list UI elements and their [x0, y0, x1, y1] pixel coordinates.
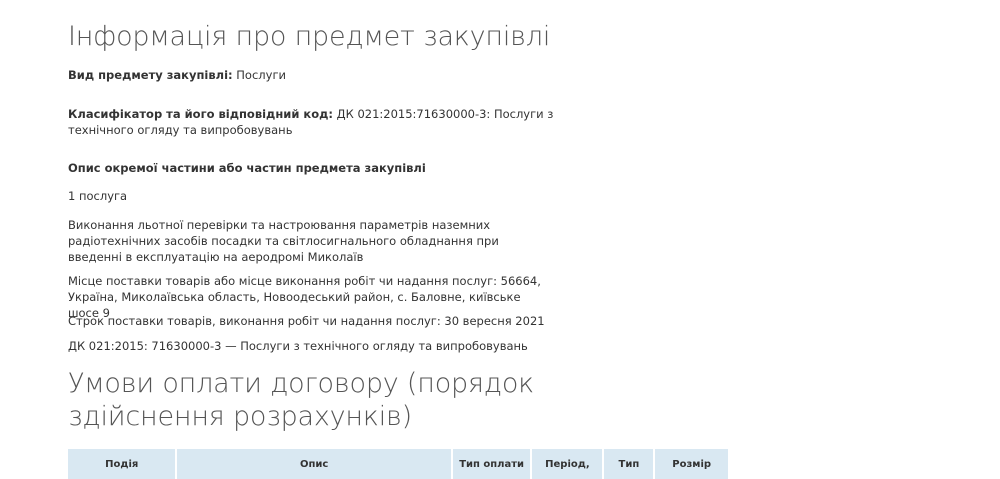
payment-terms-table: Подія Опис Тип оплати Період, Тип Розмір	[68, 449, 728, 479]
field-label: Класифікатор та його відповідний код:	[68, 107, 333, 121]
table-header-row: Подія Опис Тип оплати Період, Тип Розмір	[68, 449, 728, 479]
page: { "procurement_subject": { "title": "Інф…	[0, 0, 1000, 479]
field-procurement-type: Вид предмету закупівлі: Послуги	[68, 67, 568, 83]
lot-quantity: 1 послуга	[68, 189, 128, 203]
field-label: Вид предмету закупівлі:	[68, 68, 233, 82]
lot-cpv: ДК 021:2015: 71630000-3 — Послуги з техн…	[68, 339, 528, 353]
column-header-type: Тип	[604, 449, 656, 479]
column-header-amount: Розмір	[655, 449, 728, 479]
column-header-event: Подія	[68, 449, 178, 479]
lot-description: Виконання льотної перевірки та настроюва…	[68, 218, 499, 264]
column-header-description: Опис	[177, 449, 453, 479]
section-title-procurement-subject: Інформація про предмет закупівлі	[68, 21, 551, 52]
lot-heading: Опис окремої частини або частин предмета…	[68, 161, 426, 175]
column-header-period: Період,	[532, 449, 605, 479]
column-header-payment-type: Тип оплати	[452, 449, 533, 479]
section-title-payment-terms: Умови оплати договору (порядок здійсненн…	[68, 368, 534, 432]
lot-delivery-date: Строк поставки товарів, виконання робіт …	[68, 314, 545, 328]
field-value: Послуги	[236, 68, 286, 82]
field-classifier: Класифікатор та його відповідний код: ДК…	[68, 106, 568, 138]
